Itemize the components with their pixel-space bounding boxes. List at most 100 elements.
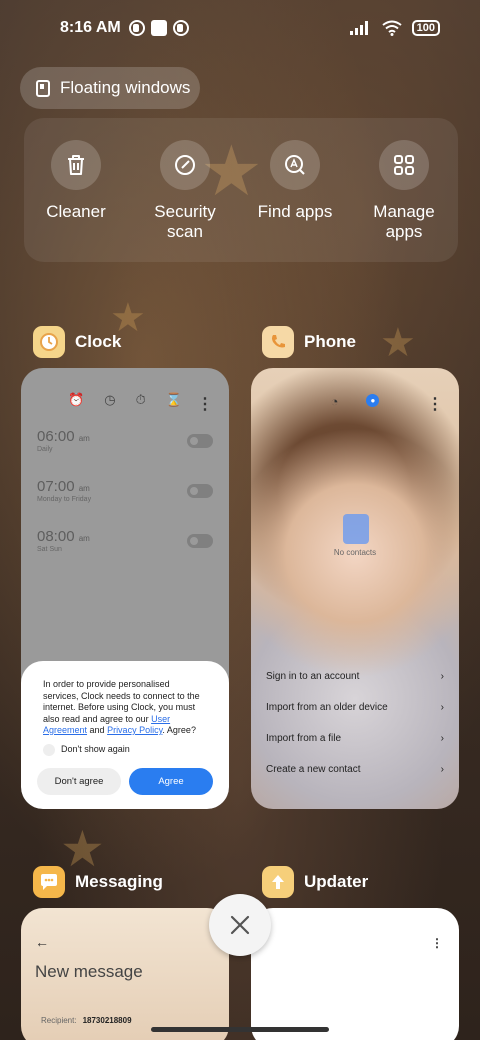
consent-text: In order to provide personalised service… (43, 679, 207, 737)
dont-show-label: Don't show again (61, 743, 130, 754)
privacy-policy-link[interactable]: Privacy Policy (107, 725, 162, 735)
more-options-icon[interactable]: ⋮ (427, 394, 443, 414)
phone-app-name: Phone (304, 332, 356, 351)
alarm-item[interactable]: 07:00 am Monday to Friday (37, 478, 91, 503)
clock-app-name: Clock (75, 332, 122, 351)
security-icon-wrap (160, 140, 210, 190)
alarm-repeat: Sat Sun (37, 546, 62, 553)
security-scan-label: Security scan (154, 202, 216, 241)
phone-recent-card[interactable]: ◔ ● ⋮ No contacts Sign in to an account ›… (251, 368, 459, 809)
status-time: 8:16 AM (60, 19, 121, 36)
alarm-repeat: Monday to Friday (37, 496, 92, 503)
back-arrow-icon[interactable]: ← (35, 934, 49, 950)
floating-windows-label: Floating windows (60, 78, 191, 97)
alarm-item[interactable]: 08:00 am Sat Sun (37, 528, 90, 553)
create-contact-item[interactable]: Create a new contact › (266, 764, 444, 775)
clock-recent-card[interactable]: ⏰ ◷ ⏱ ⌛ ⋮ 06:00 am Daily 07:00 am Monday… (21, 368, 229, 809)
alarm-ampm: am (78, 534, 90, 543)
consent-text-part: and (87, 725, 108, 735)
dont-show-checkbox[interactable] (43, 743, 55, 756)
recipient-value: 18730218809 (82, 1016, 132, 1025)
updater-app-name: Updater (304, 872, 369, 891)
alarm-time: 08:00 (37, 528, 75, 545)
alarm-toggle[interactable] (187, 434, 213, 448)
find-apps-label: Find apps (257, 202, 333, 221)
notification-app-icon (172, 20, 189, 36)
cleaner-button[interactable]: Cleaner (21, 140, 131, 222)
chevron-right-icon: › (440, 702, 444, 713)
find-apps-icon (285, 155, 305, 175)
world-clock-tab-icon[interactable]: ◷ (104, 392, 115, 408)
cleaner-label: Cleaner (46, 202, 106, 221)
floating-windows-button[interactable]: Floating windows (20, 67, 200, 109)
updater-app-header[interactable]: Updater (262, 866, 368, 898)
contacts-placeholder-icon (343, 514, 369, 544)
status-bar: 8:16 AM 100 (0, 0, 480, 56)
alarm-ampm: am (78, 434, 90, 443)
chevron-right-icon: › (440, 733, 444, 744)
update-arrow-icon (272, 875, 284, 889)
alarm-time: 06:00 (37, 428, 75, 445)
consent-dialog: In order to provide personalised service… (21, 661, 229, 809)
notification-square-icon (150, 20, 167, 36)
messaging-recent-card[interactable]: ← New message Recipient: 18730218809 (21, 908, 229, 1040)
dont-show-again-option[interactable]: Don't show again (43, 743, 207, 756)
wifi-icon (382, 20, 402, 36)
alarm-tab-icon[interactable]: ⏰ (68, 392, 84, 408)
updater-recent-card[interactable]: ⋮ (251, 908, 459, 1040)
recipient-label: Recipient: (41, 1016, 77, 1025)
alarm-toggle[interactable] (187, 534, 213, 548)
messaging-app-header[interactable]: Messaging (33, 866, 163, 898)
alarm-toggle[interactable] (187, 484, 213, 498)
timer-tab-icon[interactable]: ⌛ (166, 392, 182, 408)
more-options-icon[interactable]: ⋮ (431, 936, 443, 950)
recipient-row: Recipient: 18730218809 (41, 1016, 132, 1025)
home-indicator[interactable] (151, 1027, 329, 1032)
star-decoration-icon: ★ (380, 321, 416, 365)
message-bubble-icon (41, 874, 57, 890)
alarm-time: 07:00 (37, 478, 75, 495)
notification-app-icon (128, 20, 145, 36)
manage-apps-icon-wrap (379, 140, 429, 190)
chevron-right-icon: › (440, 764, 444, 775)
agree-button[interactable]: Agree (129, 768, 213, 795)
cleaner-icon-wrap (51, 140, 101, 190)
alarm-repeat: Daily (37, 446, 53, 453)
chevron-right-icon: › (440, 671, 444, 682)
action-label: Create a new contact (266, 764, 361, 775)
consent-text-part: In order to provide personalised service… (43, 679, 200, 724)
clock-app-header[interactable]: Clock (33, 326, 121, 358)
manage-apps-label: Manage apps (373, 202, 435, 241)
dont-agree-button[interactable]: Don't agree (37, 768, 121, 795)
action-label: Import from an older device (266, 702, 388, 713)
action-label: Sign in to an account (266, 671, 360, 682)
import-file-item[interactable]: Import from a file › (266, 733, 444, 744)
manage-apps-button[interactable]: Manage apps (349, 140, 459, 242)
signal-icon (349, 21, 368, 35)
clear-all-button[interactable] (209, 894, 271, 956)
updater-app-icon (262, 866, 294, 898)
contacts-tab-icon[interactable]: ● (366, 394, 380, 407)
alarm-item[interactable]: 06:00 am Daily (37, 428, 90, 453)
trash-icon (68, 155, 84, 175)
phone-app-header[interactable]: Phone (262, 326, 356, 358)
clock-app-icon (33, 326, 65, 358)
security-scan-button[interactable]: Security scan (130, 140, 240, 242)
phone-app-icon (262, 326, 294, 358)
phone-icon (272, 335, 285, 348)
find-apps-button[interactable]: Find apps (240, 140, 350, 222)
call-log-tab-icon[interactable]: ◔ (331, 394, 339, 409)
consent-text-part: . Agree? (162, 725, 196, 735)
find-apps-icon-wrap (270, 140, 320, 190)
action-label: Import from a file (266, 733, 342, 744)
import-older-device-item[interactable]: Import from an older device › (266, 702, 444, 713)
sign-in-account-item[interactable]: Sign in to an account › (266, 671, 444, 682)
stopwatch-tab-icon[interactable]: ⏱ (136, 392, 146, 408)
alarm-ampm: am (78, 484, 90, 493)
more-options-icon[interactable]: ⋮ (197, 394, 213, 414)
no-contacts-label: No contacts (333, 548, 377, 557)
clock-icon (40, 333, 58, 351)
manage-apps-icon (394, 155, 414, 175)
security-scan-icon (175, 155, 195, 175)
close-icon (230, 915, 250, 935)
